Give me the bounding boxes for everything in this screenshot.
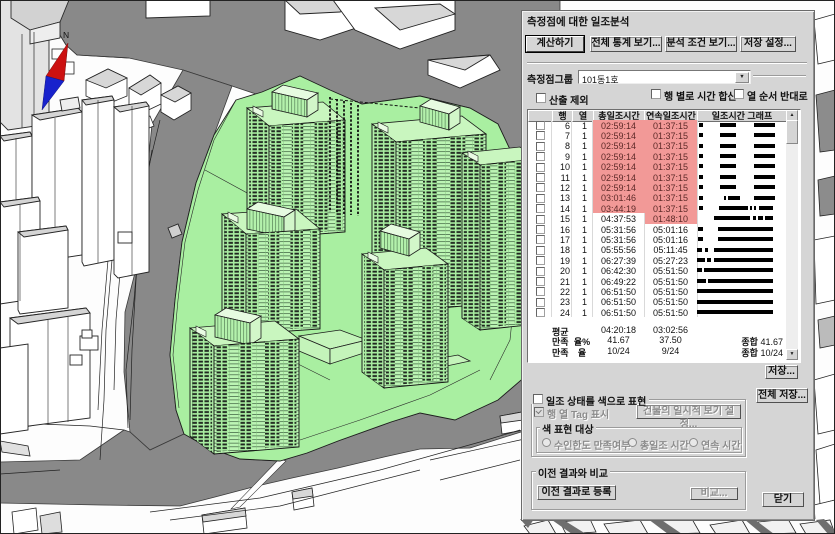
svg-text:N: N — [63, 30, 69, 40]
